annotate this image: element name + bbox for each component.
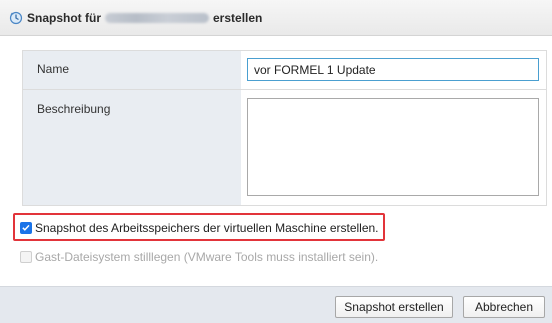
title-suffix: erstellen <box>213 11 263 25</box>
dialog-titlebar: Snapshot für erstellen <box>0 0 552 36</box>
cancel-button[interactable]: Abbrechen <box>463 296 545 318</box>
quiesce-label: Gast-Dateisystem stilllegen (VMware Tool… <box>35 250 379 264</box>
create-snapshot-button[interactable]: Snapshot erstellen <box>335 296 453 318</box>
name-input[interactable] <box>247 58 539 81</box>
checkmark-icon <box>22 224 30 231</box>
memory-snapshot-checkbox[interactable] <box>20 222 32 234</box>
dialog-footer: Snapshot erstellen Abbrechen <box>0 286 552 323</box>
description-textarea[interactable] <box>247 98 539 196</box>
dialog-title: Snapshot für erstellen <box>27 11 262 25</box>
row-divider <box>23 89 546 90</box>
snapshot-form: Name Beschreibung <box>22 50 547 206</box>
description-label: Beschreibung <box>37 102 111 116</box>
quiesce-checkbox <box>20 251 32 263</box>
redacted-vm-name <box>105 13 209 23</box>
memory-snapshot-label: Snapshot des Arbeitsspeichers der virtue… <box>35 221 379 235</box>
name-label: Name <box>37 62 70 76</box>
snapshot-icon <box>9 11 23 25</box>
title-prefix: Snapshot für <box>27 11 101 25</box>
